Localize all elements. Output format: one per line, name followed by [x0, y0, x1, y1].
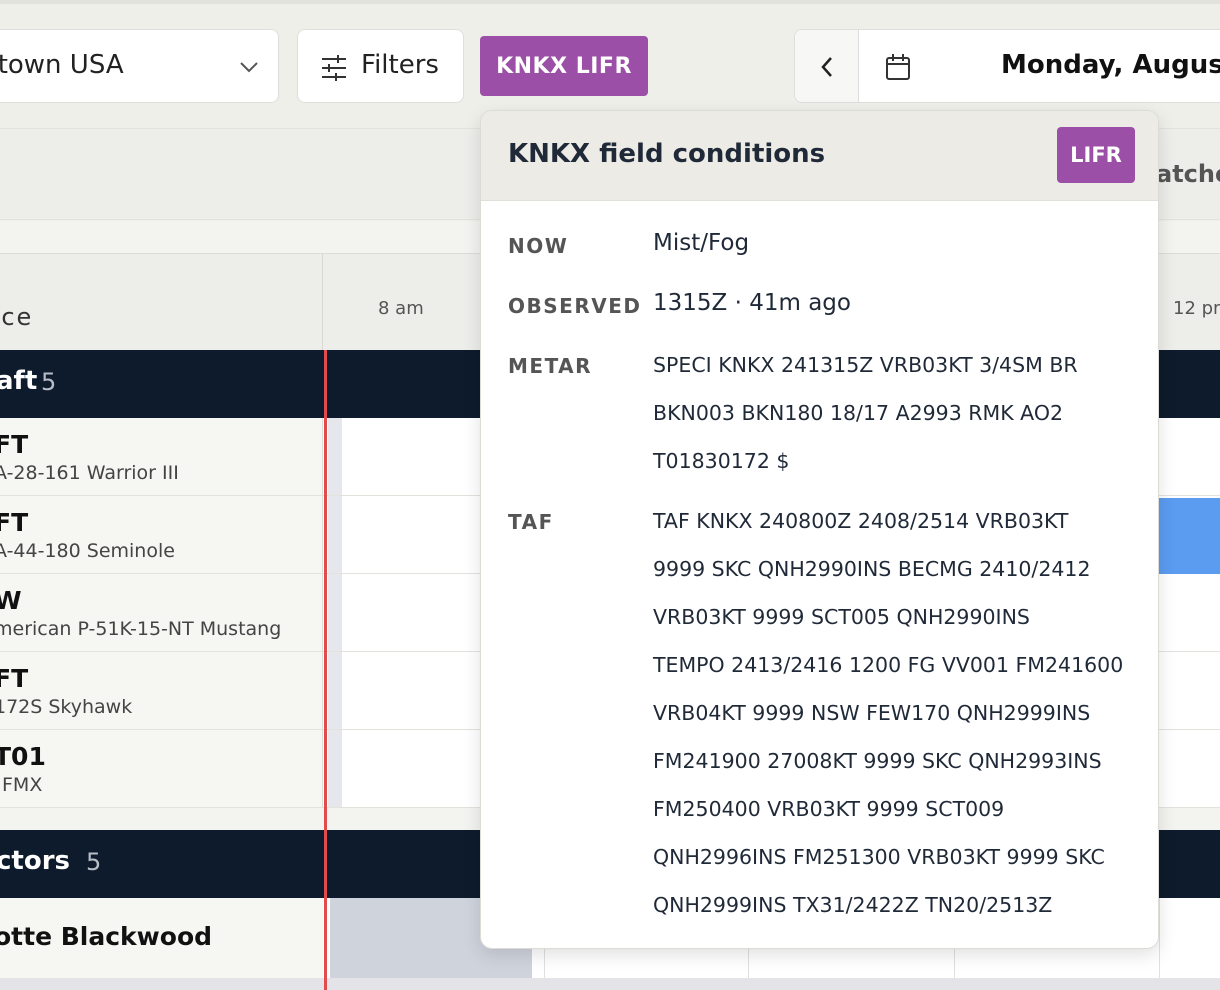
resource-cell: FT A-28-161 Warrior III	[0, 418, 323, 495]
unavailable-shade	[328, 574, 342, 651]
taf-line: TEMPO 2413/2416 1200 FG VV001 FM241600	[653, 653, 1124, 677]
chevron-left-icon	[821, 57, 832, 77]
time-tick-8am: 8 am	[378, 298, 424, 319]
current-date[interactable]: Monday, August	[1001, 50, 1220, 80]
flight-category-badge: LIFR	[1057, 127, 1135, 183]
resource-name: otte Blackwood	[0, 922, 213, 951]
unavailable-shade	[328, 730, 342, 807]
taf-line: FM250400 VRB03KT 9999 SCT009	[653, 797, 1005, 821]
resource-name: W	[0, 586, 22, 615]
resource-name: FT	[0, 430, 29, 459]
resource-model: 172S Skyhawk	[0, 696, 133, 718]
previous-day-button[interactable]	[795, 30, 859, 102]
unavailable-shade	[328, 418, 342, 495]
resource-name: FT	[0, 508, 29, 537]
taf-line: QNH2999INS TX31/2422Z TN20/2513Z	[653, 893, 1053, 917]
popover-title: KNKX field conditions	[508, 139, 826, 169]
next-row	[0, 978, 1220, 990]
unavailable-shade	[328, 652, 342, 729]
resource-cell: FT 172S Skyhawk	[0, 652, 323, 729]
grid-line	[1159, 898, 1160, 990]
resource-name: FT	[0, 664, 29, 693]
time-tick-12pm: 12 pm	[1173, 298, 1220, 319]
top-divider	[0, 0, 1220, 4]
observed-value: 1315Z · 41m ago	[653, 290, 851, 316]
group-count: 5	[41, 368, 57, 396]
group-count: 5	[86, 848, 102, 876]
popover-header: KNKX field conditions LIFR	[481, 111, 1158, 201]
taf-line: TAF KNKX 240800Z 2408/2514 VRB03KT	[653, 509, 1069, 533]
filters-label: Filters	[361, 50, 439, 80]
observed-label: OBSERVED	[508, 294, 642, 318]
resource-name: T01	[0, 742, 46, 771]
now-value: Mist/Fog	[653, 230, 750, 256]
metar-line: BKN003 BKN180 18/17 A2993 RMK AO2	[653, 401, 1064, 425]
taf-line: FM241900 27008KT 9999 SKC QNH2993INS	[653, 749, 1102, 773]
chevron-down-icon	[238, 56, 260, 82]
taf-label: TAF	[508, 510, 554, 534]
column-divider	[322, 253, 323, 350]
resource-cell: FT A-44-180 Seminole	[0, 496, 323, 573]
sliders-icon	[320, 54, 348, 86]
location-select-value: rtown USA	[0, 50, 124, 80]
booking-block[interactable]	[1150, 498, 1220, 574]
resource-model: A-28-161 Warrior III	[0, 462, 179, 484]
resource-cell: otte Blackwood	[0, 898, 323, 978]
now-label: NOW	[508, 234, 569, 258]
resource-model: A-44-180 Seminole	[0, 540, 175, 562]
group-name: ctors	[0, 846, 71, 876]
weather-condition-badge[interactable]: KNKX LIFR	[480, 36, 648, 96]
resource-model: FMX	[2, 774, 43, 796]
resource-column-header: rce	[0, 303, 34, 331]
metar-line: SPECI KNKX 241315Z VRB03KT 3/4SM BR	[653, 353, 1078, 377]
field-conditions-popover: KNKX field conditions LIFR NOW Mist/Fog …	[480, 110, 1159, 949]
date-navigator: Monday, August	[794, 29, 1220, 103]
metar-label: METAR	[508, 354, 593, 378]
resource-cell: T01 FMX	[0, 730, 323, 807]
filters-button[interactable]: Filters	[297, 29, 464, 103]
taf-line: QNH2996INS FM251300 VRB03KT 9999 SKC	[653, 845, 1105, 869]
resource-cell: W merican P-51K-15-NT Mustang	[0, 574, 323, 651]
taf-line: 9999 SKC QNH2990INS BECMG 2410/2412	[653, 557, 1091, 581]
current-time-indicator	[324, 350, 327, 990]
calendar-icon[interactable]	[885, 53, 911, 85]
group-name: aft	[0, 366, 38, 396]
unavailable-shade	[328, 496, 342, 573]
matched-text: atched	[1156, 160, 1220, 188]
location-select[interactable]: rtown USA	[0, 29, 279, 103]
metar-line: T01830172 $	[653, 449, 790, 473]
taf-line: VRB03KT 9999 SCT005 QNH2990INS	[653, 605, 1030, 629]
taf-line: VRB04KT 9999 NSW FEW170 QNH2999INS	[653, 701, 1091, 725]
resource-model: merican P-51K-15-NT Mustang	[0, 618, 282, 640]
